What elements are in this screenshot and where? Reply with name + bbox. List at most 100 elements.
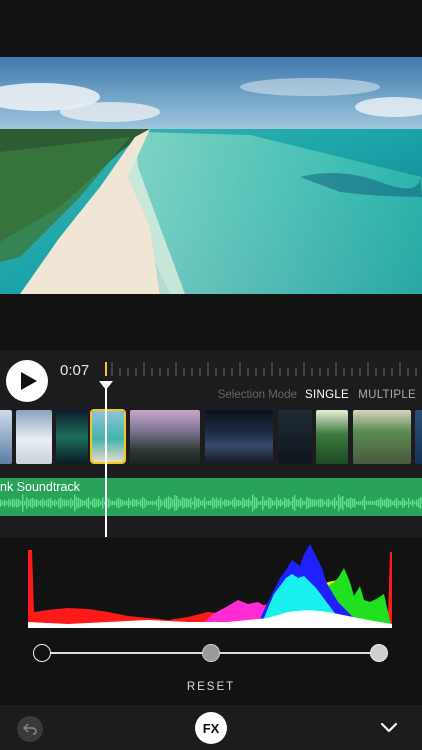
waveform-bar: [62, 499, 64, 507]
waveform-bar: [142, 496, 144, 510]
waveform-bar: [228, 500, 230, 506]
waveform-bar: [286, 499, 288, 507]
waveform-bar: [20, 500, 22, 506]
waveform-bar: [196, 498, 198, 508]
clip-thumbnail[interactable]: [353, 410, 411, 464]
clip-thumbnail[interactable]: [415, 410, 422, 464]
waveform-bar: [172, 499, 174, 507]
waveform-bar: [264, 500, 266, 506]
filmstrip[interactable]: [0, 409, 422, 466]
waveform-bar: [18, 498, 20, 508]
waveform-bar: [316, 500, 318, 506]
waveform-bar: [8, 498, 10, 508]
waveform-bar: [398, 500, 400, 506]
waveform-bar: [198, 498, 200, 508]
waveform-bar: [26, 497, 28, 509]
waveform-bar: [390, 499, 392, 507]
waveform-bar: [418, 498, 420, 508]
waveform-bar: [120, 499, 122, 507]
waveform-bar: [348, 498, 350, 508]
waveform-bar: [234, 497, 236, 509]
undo-button[interactable]: [17, 716, 43, 742]
waveform-bar: [338, 494, 340, 512]
waveform-bar: [12, 498, 14, 508]
clip-thumbnail[interactable]: [316, 410, 348, 464]
waveform-bar: [146, 500, 148, 506]
waveform-bar: [260, 500, 262, 506]
waveform-bar: [114, 501, 116, 505]
waveform-bar: [394, 499, 396, 507]
waveform-bar: [88, 497, 90, 509]
waveform-bar: [204, 497, 206, 509]
waveform-bar: [76, 497, 78, 509]
time-ruler[interactable]: [100, 358, 422, 380]
waveform-bar: [386, 497, 388, 509]
waveform-bar: [236, 499, 238, 507]
waveform-bar: [250, 500, 252, 506]
black-point-handle[interactable]: [33, 644, 51, 662]
waveform-bar: [70, 498, 72, 508]
waveform-bar: [178, 498, 180, 508]
waveform-bar: [342, 495, 344, 511]
waveform-bar: [50, 498, 52, 508]
waveform-bar: [220, 497, 222, 509]
waveform-bar: [130, 500, 132, 506]
audio-waveform: [0, 494, 422, 512]
waveform-bar: [352, 498, 354, 508]
waveform-bar: [360, 501, 362, 505]
waveform-bar: [6, 501, 8, 505]
clip-thumbnail[interactable]: [278, 410, 312, 464]
clip-thumbnail[interactable]: [130, 410, 200, 464]
mode-multiple-button[interactable]: MULTIPLE: [358, 389, 416, 401]
playhead-marker: [105, 362, 107, 376]
waveform-bar: [126, 500, 128, 506]
waveform-bar: [230, 501, 232, 505]
waveform-bar: [408, 498, 410, 508]
clip-thumbnail[interactable]: [16, 410, 52, 464]
waveform-bar: [98, 498, 100, 508]
waveform-bar: [222, 501, 224, 505]
waveform-bar: [262, 495, 264, 511]
clip-thumbnail[interactable]: [0, 410, 12, 464]
waveform-bar: [90, 501, 92, 505]
waveform-bar: [318, 498, 320, 508]
mode-single-button[interactable]: SINGLE: [305, 389, 349, 401]
waveform-bar: [268, 497, 270, 509]
waveform-bar: [102, 497, 104, 509]
waveform-bar: [48, 498, 50, 508]
waveform-bar: [208, 500, 210, 506]
white-point-handle[interactable]: [370, 644, 388, 662]
waveform-bar: [384, 499, 386, 507]
fx-button[interactable]: FX: [195, 712, 227, 744]
clip-thumbnail[interactable]: [205, 410, 273, 464]
waveform-bar: [374, 501, 376, 505]
waveform-bar: [200, 500, 202, 506]
waveform-bar: [266, 500, 268, 506]
waveform-bar: [56, 501, 58, 505]
waveform-bar: [372, 500, 374, 506]
waveform-bar: [158, 496, 160, 510]
waveform-bar: [10, 500, 12, 506]
waveform-bar: [152, 500, 154, 506]
chevron-down-icon[interactable]: [378, 718, 400, 736]
clip-thumbnail-selected[interactable]: [90, 409, 126, 464]
reset-button[interactable]: RESET: [0, 681, 422, 693]
waveform-bar: [202, 500, 204, 506]
waveform-bar: [122, 500, 124, 506]
waveform-bar: [238, 499, 240, 507]
video-preview[interactable]: [0, 57, 422, 294]
waveform-bar: [100, 500, 102, 506]
waveform-bar: [166, 497, 168, 509]
clip-thumbnail[interactable]: [56, 410, 88, 464]
waveform-bar: [226, 499, 228, 507]
midtone-handle[interactable]: [202, 644, 220, 662]
waveform-bar: [30, 498, 32, 508]
waveform-bar: [210, 500, 212, 506]
waveform-bar: [282, 500, 284, 506]
selection-mode-label: Selection Mode: [217, 389, 297, 401]
waveform-bar: [252, 494, 254, 512]
waveform-bar: [212, 497, 214, 509]
waveform-bar: [280, 498, 282, 508]
waveform-bar: [304, 501, 306, 505]
preview-image: [0, 57, 422, 294]
